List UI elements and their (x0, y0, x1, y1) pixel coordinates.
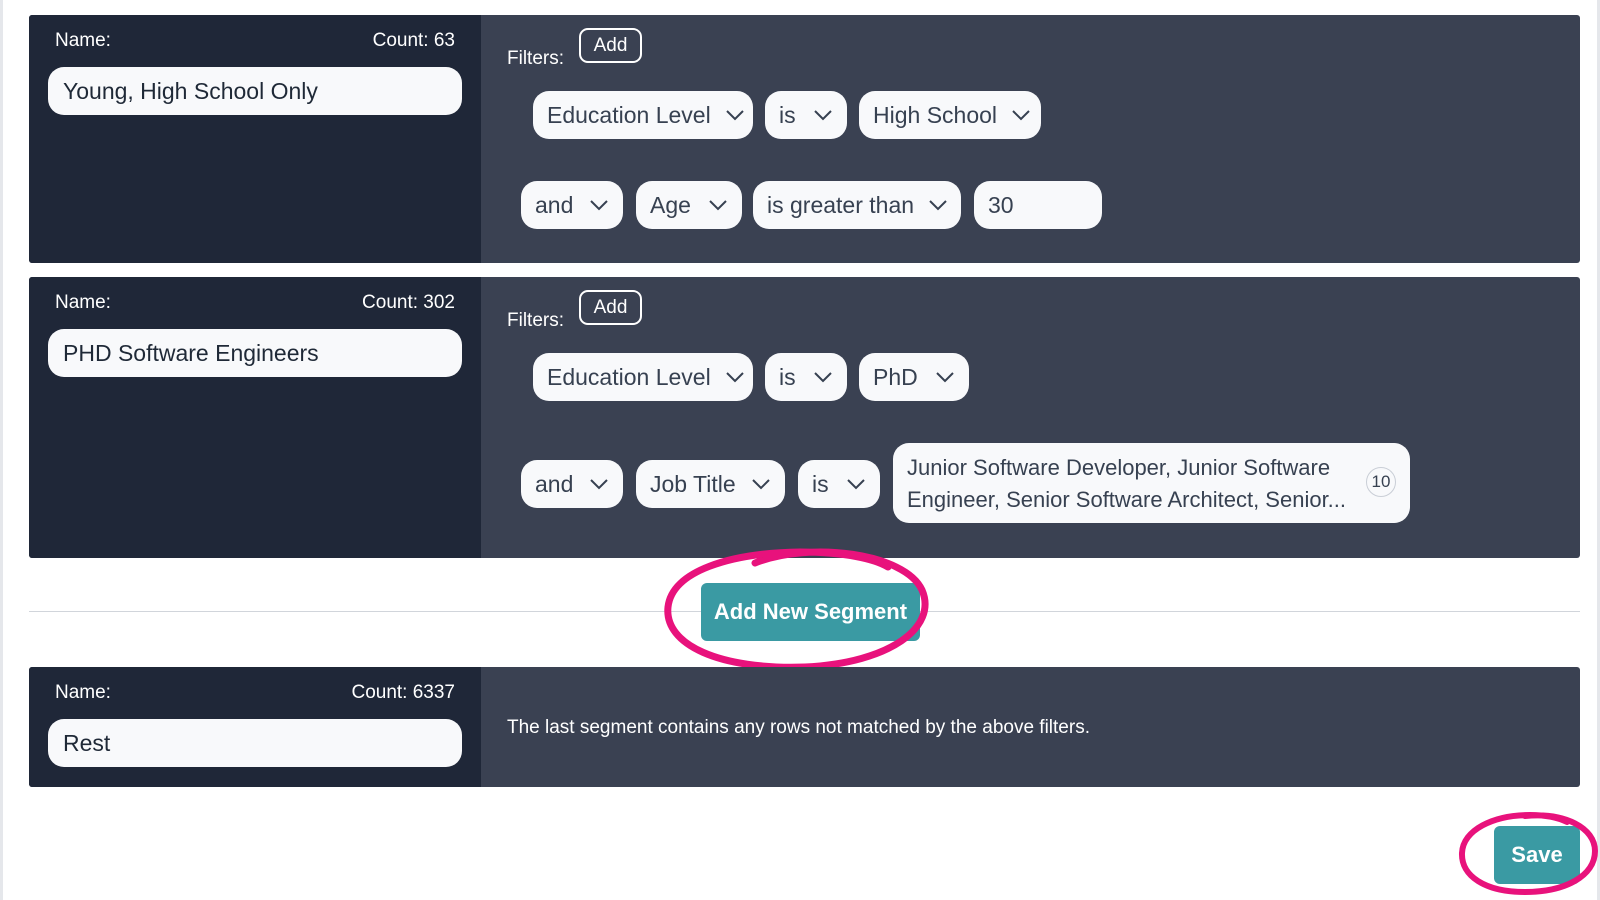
operator-dropdown-value: is (812, 470, 829, 497)
segment-name-panel: Name: Count: 6337 (29, 667, 481, 787)
segment-name-panel: Name: Count: 302 (29, 277, 481, 558)
name-label: Name: (55, 682, 111, 703)
operator-dropdown[interactable]: is (765, 91, 847, 139)
add-new-segment-button[interactable]: Add New Segment (701, 583, 920, 641)
name-label: Name: (55, 30, 111, 51)
segment-count: Count: 63 (372, 30, 455, 51)
rest-description: The last segment contains any rows not m… (507, 717, 1090, 738)
field-dropdown[interactable]: Age (636, 181, 742, 229)
segment-card: Name: Count: 63 Filters: Add Education L… (29, 15, 1580, 263)
save-button[interactable]: Save (1494, 826, 1580, 884)
job-title-multiselect[interactable]: Junior Software Developer, Junior Softwa… (893, 443, 1410, 523)
chevron-down-icon (814, 110, 832, 121)
segment-name-input[interactable] (48, 719, 462, 767)
chevron-down-icon (814, 372, 832, 383)
field-dropdown-value: Age (650, 191, 691, 218)
name-label: Name: (55, 292, 111, 313)
chevron-down-icon (847, 479, 865, 490)
conjunction-dropdown-value: and (535, 191, 574, 218)
multiselect-values: Junior Software Developer, Junior Softwa… (907, 455, 1347, 512)
operator-dropdown[interactable]: is (765, 353, 847, 401)
field-dropdown-value: Education Level (547, 101, 711, 128)
chevron-down-icon (929, 200, 947, 211)
segment-card: Name: Count: 302 Filters: Add Education … (29, 277, 1580, 558)
field-dropdown-value: Job Title (650, 470, 736, 497)
chevron-down-icon (590, 479, 608, 490)
add-filter-button[interactable]: Add (579, 290, 642, 325)
selected-count-badge: 10 (1366, 467, 1396, 497)
field-dropdown[interactable]: Job Title (636, 460, 785, 508)
segment-name-input[interactable] (48, 329, 462, 377)
segment-filters-panel: Filters: Add Education Level is High Sch… (481, 15, 1580, 263)
field-dropdown-value: Education Level (547, 363, 711, 390)
operator-dropdown-value: is (779, 101, 796, 128)
chevron-down-icon (590, 200, 608, 211)
segment-name-input[interactable] (48, 67, 462, 115)
rest-description-panel: The last segment contains any rows not m… (481, 667, 1580, 787)
segment-filters-panel: Filters: Add Education Level is PhD and … (481, 277, 1580, 558)
page-left-border (0, 0, 3, 900)
filters-label: Filters: (507, 48, 564, 69)
operator-dropdown[interactable]: is (798, 460, 880, 508)
field-dropdown[interactable]: Education Level (533, 353, 753, 401)
value-dropdown[interactable]: High School (859, 91, 1041, 139)
add-filter-button[interactable]: Add (579, 28, 642, 63)
field-dropdown[interactable]: Education Level (533, 91, 753, 139)
filter-value-input[interactable]: 30 (974, 181, 1102, 229)
filters-label: Filters: (507, 310, 564, 331)
value-dropdown-value: High School (873, 101, 998, 128)
conjunction-dropdown-value: and (535, 470, 574, 497)
operator-dropdown-value: is (779, 363, 796, 390)
value-dropdown[interactable]: PhD (859, 353, 969, 401)
segment-count: Count: 6337 (351, 682, 455, 703)
chevron-down-icon (936, 372, 954, 383)
segment-count: Count: 302 (362, 292, 455, 313)
chevron-down-icon (725, 110, 744, 121)
chevron-down-icon (725, 372, 744, 383)
chevron-down-icon (709, 200, 727, 211)
conjunction-dropdown[interactable]: and (521, 460, 623, 508)
chevron-down-icon (752, 479, 770, 490)
value-dropdown-value: PhD (873, 363, 918, 390)
filter-value-text: 30 (988, 191, 1014, 218)
segment-name-panel: Name: Count: 63 (29, 15, 481, 263)
operator-dropdown[interactable]: is greater than (753, 181, 961, 229)
chevron-down-icon (1012, 110, 1030, 121)
rest-segment-card: Name: Count: 6337 The last segment conta… (29, 667, 1580, 787)
operator-dropdown-value: is greater than (767, 191, 915, 218)
conjunction-dropdown[interactable]: and (521, 181, 623, 229)
